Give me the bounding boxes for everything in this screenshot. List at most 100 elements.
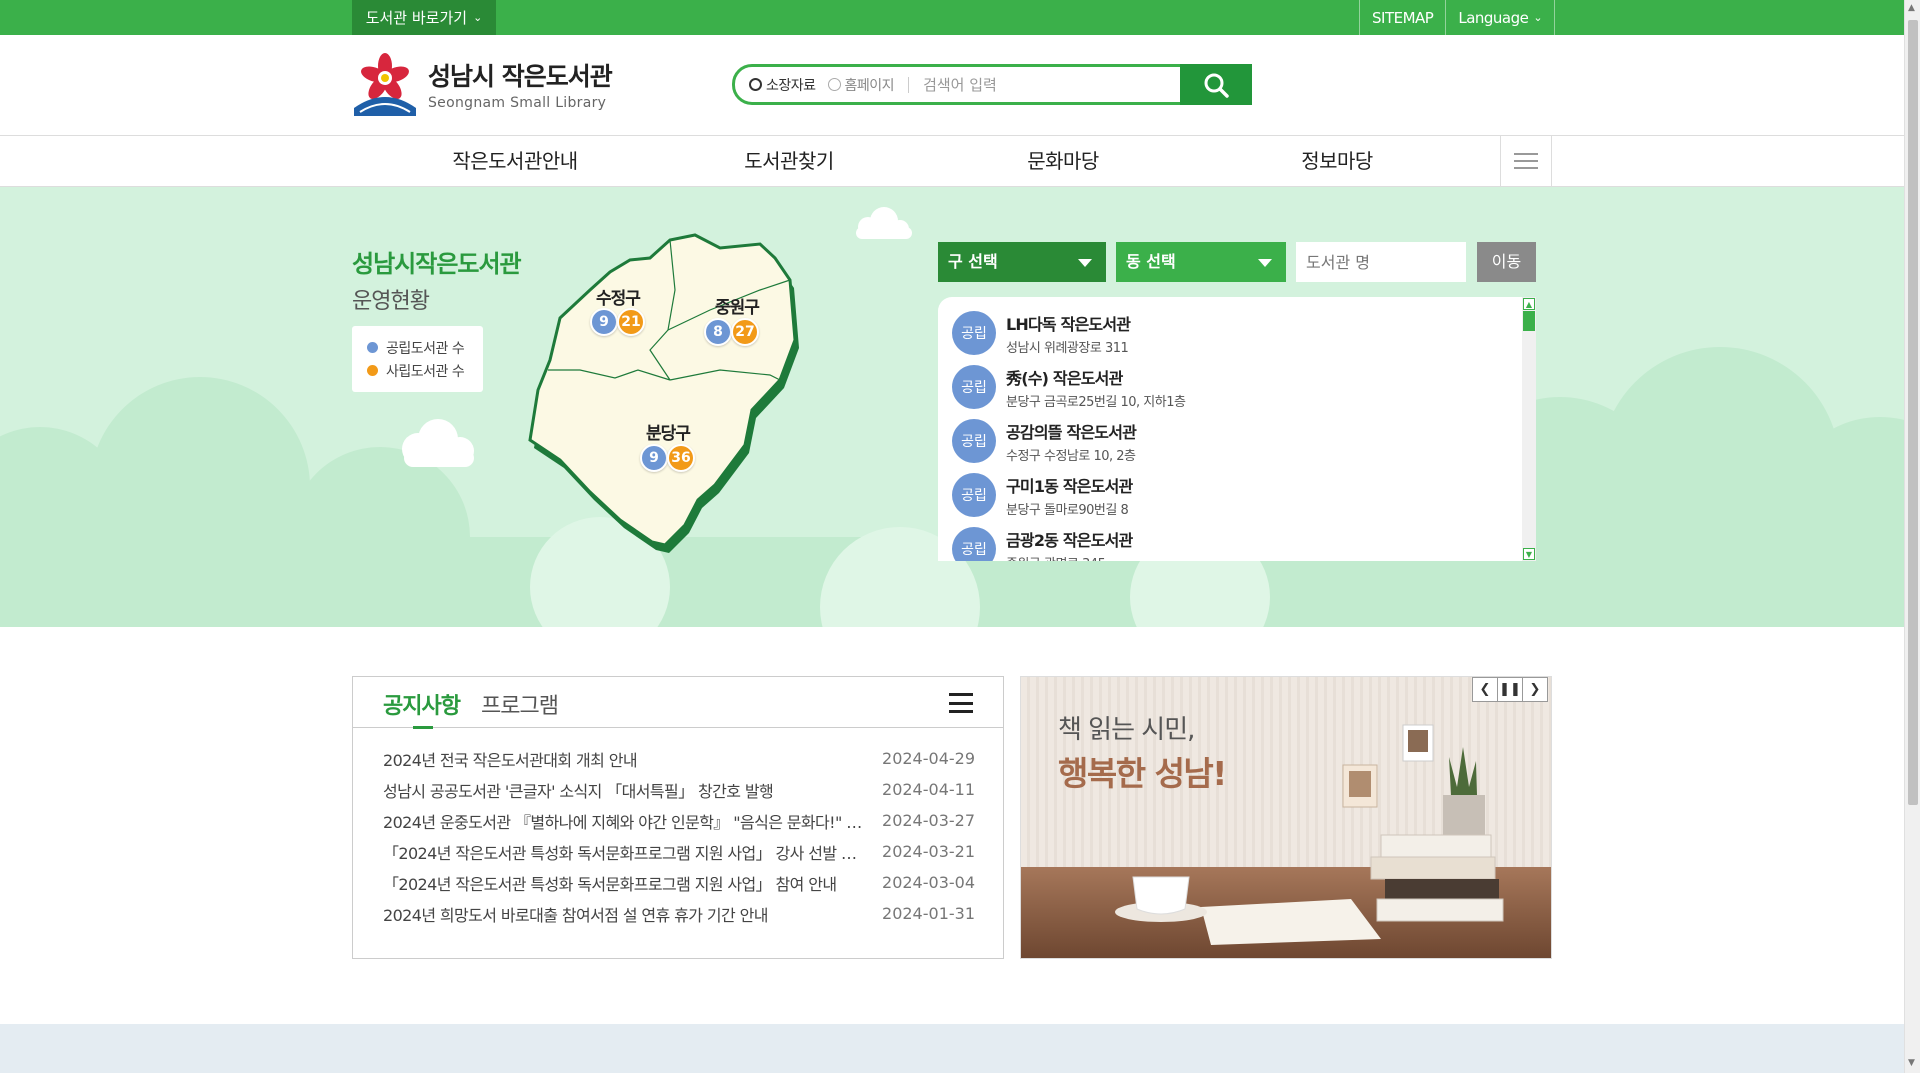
scroll-thumb[interactable]	[1908, 20, 1918, 805]
jungwon-public-count: 8	[704, 318, 732, 346]
notice-date: 2024-03-04	[882, 873, 975, 892]
bundang-private-count: 36	[667, 444, 695, 472]
list-item[interactable]: 공립 LH다독 작은도서관성남시 위례광장로 311	[952, 311, 1131, 356]
scroll-up-icon[interactable]: ▲	[1908, 3, 1915, 13]
hero-title: 성남시작은도서관 운영현황	[352, 244, 522, 315]
list-item[interactable]: 공립 공감의뜰 작은도서관 수정구 수정남로 10, 2층	[952, 419, 1137, 464]
site-logo[interactable]: 성남시 작은도서관 Seongnam Small Library	[352, 52, 613, 116]
sitemap-link[interactable]: SITEMAP	[1359, 0, 1445, 35]
search-input[interactable]	[923, 75, 1164, 94]
sitemap-label: SITEMAP	[1372, 8, 1434, 27]
library-type-badge: 공립	[952, 419, 996, 463]
search-option-collection[interactable]: 소장자료	[749, 75, 816, 95]
search-option-homepage[interactable]: 홈페이지	[827, 75, 895, 95]
hamburger-line	[949, 710, 973, 713]
logo-title: 성남시 작은도서관	[428, 62, 613, 91]
all-menu-button[interactable]	[1500, 136, 1552, 186]
nav-library-info[interactable]: 작은도서관안내	[395, 136, 635, 186]
list-item[interactable]: 공립 금광2동 작은도서관중원구 광명로 345	[952, 527, 1133, 562]
library-list-scrollbar[interactable]: ▲ ▼	[1522, 297, 1536, 561]
library-name-input[interactable]	[1296, 242, 1466, 282]
nav-information[interactable]: 정보마당	[1217, 136, 1457, 186]
status-hero: 성남시작은도서관 운영현황 공립도서관 수 사립도서관 수 수정구 9 21 중…	[0, 187, 1904, 627]
tab-notice[interactable]: 공지사항	[383, 688, 461, 729]
legend-private: 사립도서관 수	[367, 359, 468, 382]
table-row[interactable]: 2024년 희망도서 바로대출 참여서점 설 연휴 휴가 기간 안내 2024-0…	[383, 898, 975, 929]
search-option-collection-label: 소장자료	[766, 77, 816, 94]
search-icon	[1204, 73, 1229, 98]
banner-pause-icon[interactable]: ❚❚	[1497, 677, 1523, 702]
legend-private-label: 사립도서관 수	[386, 363, 465, 380]
notice-date: 2024-01-31	[882, 904, 975, 923]
region-label-sujeong[interactable]: 수정구	[596, 284, 641, 309]
library-shortcut-dropdown[interactable]: 도서관 바로가기 ⌄	[352, 0, 496, 35]
scroll-thumb[interactable]	[1523, 311, 1535, 331]
scroll-down-icon[interactable]: ▼	[1523, 548, 1535, 560]
top-links: SITEMAP Language ⌄	[1359, 0, 1556, 35]
notice-title: 2024년 희망도서 바로대출 참여서점 설 연휴 휴가 기간 안내	[383, 905, 768, 925]
logo-text: 성남시 작은도서관 Seongnam Small Library	[428, 57, 613, 111]
scroll-down-icon[interactable]: ▼	[1908, 1058, 1915, 1068]
table-row[interactable]: 「2024년 작은도서관 특성화 독서문화프로그램 지원 사업」 참여 안내 20…	[383, 867, 975, 898]
library-address: 분당구 금곡로25번길 10, 지하1층	[1006, 394, 1186, 410]
search-button[interactable]	[1180, 64, 1252, 105]
hamburger-line	[949, 693, 973, 696]
search-box: 소장자료 홈페이지	[732, 64, 1252, 105]
notice-tabs: 공지사항 프로그램	[353, 677, 1003, 729]
banner-prev-icon[interactable]: ❮	[1472, 677, 1498, 702]
notice-title: 성남시 공공도서관 '큰글자' 소식지 「대서특필」 창간호 발행	[383, 781, 774, 801]
page-scrollbar[interactable]: ▲ ▼	[1904, 0, 1920, 1073]
jungwon-private-count: 27	[731, 318, 759, 346]
table-row[interactable]: 「2024년 작은도서관 특성화 독서문화프로그램 지원 사업」 강사 선발 알…	[383, 836, 975, 867]
go-button[interactable]: 이동	[1477, 242, 1536, 282]
notice-title: 2024년 전국 작은도서관대회 개최 안내	[383, 750, 638, 770]
banner-controls: ❮ ❚❚ ❯	[1472, 677, 1548, 702]
private-dot-icon	[367, 365, 378, 376]
list-item[interactable]: 공립 秀(수) 작은도서관 분당구 금곡로25번길 10, 지하1층	[952, 365, 1186, 410]
library-type-badge: 공립	[952, 311, 996, 355]
seongnam-emblem-icon	[354, 53, 416, 116]
hamburger-icon	[1514, 153, 1538, 155]
radio-selected-icon	[749, 78, 762, 91]
radio-unselected-icon	[827, 78, 841, 91]
table-row[interactable]: 2024년 전국 작은도서관대회 개최 안내 2024-04-29	[383, 743, 975, 774]
hero-title-sub: 운영현황	[352, 289, 430, 314]
logo-subtitle: Seongnam Small Library	[428, 95, 607, 111]
notice-date: 2024-04-29	[882, 749, 975, 768]
notice-panel: 공지사항 프로그램 2024년 전국 작은도서관대회 개최 안내 2024-04-…	[352, 676, 1004, 959]
tab-program[interactable]: 프로그램	[481, 688, 559, 720]
table-row[interactable]: 성남시 공공도서관 '큰글자' 소식지 「대서특필」 창간호 발행 2024-04…	[383, 774, 975, 805]
hamburger-line	[1514, 167, 1538, 169]
gu-select[interactable]: 구 선택	[938, 242, 1106, 282]
nav-find-library[interactable]: 도서관찾기	[669, 136, 909, 186]
nav-culture[interactable]: 문화마당	[943, 136, 1183, 186]
library-address: 성남시 위례광장로 311	[1006, 340, 1129, 356]
library-name: LH다독 작은도서관	[1006, 314, 1131, 334]
top-bar: 도서관 바로가기 ⌄ SITEMAP Language ⌄	[0, 0, 1904, 35]
notice-title: 「2024년 작은도서관 특성화 독서문화프로그램 지원 사업」 참여 안내	[383, 874, 837, 894]
district-map	[528, 233, 799, 553]
region-label-jungwon[interactable]: 중원구	[715, 293, 760, 318]
more-menu-icon[interactable]	[949, 693, 973, 713]
library-address: 중원구 광명로 345	[1006, 553, 1132, 562]
notice-title: 2024년 운중도서관 『별하나에 지혜와 야간 인문학』 "음식은 문화다!"…	[383, 812, 863, 832]
list-item[interactable]: 공립 구미1동 작은도서관 분당구 돌마로90번길 8	[952, 473, 1133, 518]
dong-select[interactable]: 동 선택	[1116, 242, 1286, 282]
language-dropdown[interactable]: Language ⌄	[1445, 0, 1556, 35]
table-row[interactable]: 2024년 운중도서관 『별하나에 지혜와 야간 인문학』 "음식은 문화다!"…	[383, 805, 975, 836]
library-address: 수정구 수정남로 10, 2층	[1006, 448, 1136, 464]
banner-next-icon[interactable]: ❯	[1522, 677, 1548, 702]
scroll-up-icon[interactable]: ▲	[1523, 298, 1535, 310]
search-option-homepage-label: 홈페이지	[844, 77, 895, 94]
chevron-down-icon: ⌄	[1533, 11, 1543, 24]
region-label-bundang[interactable]: 분당구	[646, 419, 691, 444]
library-name: 금광2동 작은도서관	[1006, 530, 1133, 550]
promo-banner[interactable]: 책 읽는 시민, 행복한 성남!	[1020, 676, 1552, 959]
notice-title: 「2024년 작은도서관 특성화 독서문화프로그램 지원 사업」 강사 선발 알…	[383, 843, 863, 863]
main-nav: 작은도서관안내 도서관찾기 문화마당 정보마당	[0, 135, 1904, 187]
notice-date: 2024-03-27	[882, 811, 975, 830]
legend-public: 공립도서관 수	[367, 336, 468, 359]
library-shortcut-label: 도서관 바로가기	[365, 9, 468, 27]
sujeong-public-count: 9	[590, 308, 618, 336]
library-name: 秀(수) 작은도서관	[1006, 368, 1123, 388]
